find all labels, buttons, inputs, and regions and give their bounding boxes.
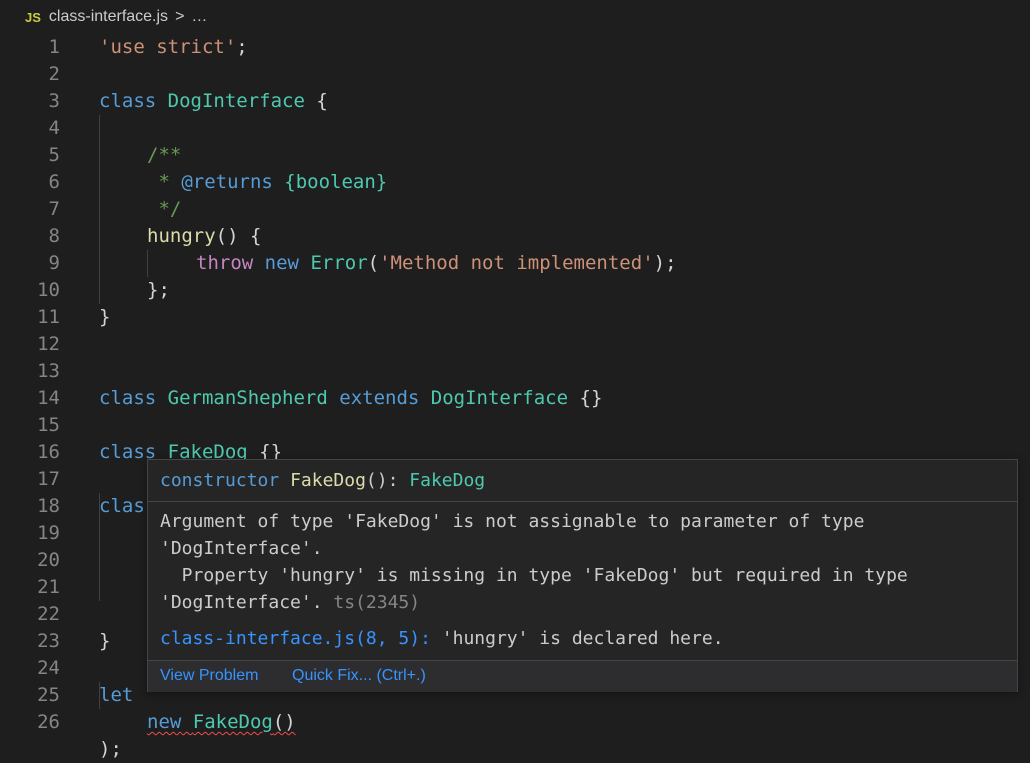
comment: * <box>147 171 182 193</box>
code-line-11[interactable]: } <box>99 304 110 331</box>
keyword: class <box>99 90 157 112</box>
code-line-26[interactable]: ); <box>99 736 122 763</box>
code-line-22[interactable]: } <box>99 628 110 655</box>
class-name: DogInterface <box>167 90 305 112</box>
punctuation: (): <box>365 470 410 491</box>
code-line-17[interactable]: clas <box>99 493 145 520</box>
keyword: new <box>264 252 299 274</box>
type-name: FakeDog <box>409 470 486 491</box>
breadcrumb-more[interactable]: … <box>191 8 207 26</box>
punctuation: ( <box>367 252 380 274</box>
code-line-3[interactable]: class DogInterface { <box>99 88 328 115</box>
code-line-7[interactable]: */ <box>147 196 181 223</box>
error-message-line: 'DogInterface'. <box>160 592 323 613</box>
code-line-1[interactable]: 'use strict'; <box>99 34 248 61</box>
line-number: 12 <box>37 333 60 355</box>
class-name: FakeDog <box>192 711 273 733</box>
error-squiggle[interactable]: new FakeDog() <box>147 711 296 733</box>
code-line-8[interactable]: hungry() { <box>147 223 261 250</box>
punctuation: { <box>316 90 328 112</box>
line-number: 21 <box>37 576 60 598</box>
code-line-9[interactable]: throw new Error('Method not implemented'… <box>196 250 677 277</box>
line-number: 24 <box>37 657 60 679</box>
class-name: Error <box>310 252 368 274</box>
line-number: 2 <box>48 63 60 85</box>
related-text: 'hungry' is declared here. <box>430 628 724 649</box>
hover-widget: constructor FakeDog(): FakeDog Argument … <box>147 459 1018 692</box>
error-message-line: 'DogInterface'. <box>160 538 323 559</box>
punctuation: ); <box>653 252 677 274</box>
class-name: GermanShepherd <box>167 387 328 409</box>
breadcrumb: JS class-interface.js > … <box>0 0 1030 34</box>
related-location-link[interactable]: class-interface.js(8, 5): <box>160 628 431 649</box>
line-number: 15 <box>37 414 60 436</box>
line-number: 17 <box>37 468 60 490</box>
comment: */ <box>147 198 182 220</box>
keyword: throw <box>196 252 254 274</box>
error-code: ts(2345) <box>322 592 421 613</box>
view-problem-link[interactable]: View Problem <box>160 667 258 685</box>
keyword: constructor <box>160 470 280 491</box>
code-line-10[interactable]: }; <box>147 277 170 304</box>
code-line-25[interactable]: new FakeDog() <box>147 709 296 736</box>
line-number: 4 <box>48 117 60 139</box>
divider <box>148 501 1017 502</box>
error-message: Argument of type 'FakeDog' is not assign… <box>160 508 908 616</box>
punctuation: ; <box>236 36 248 58</box>
error-message-line: Property 'hungry' is missing in type 'Fa… <box>160 565 908 586</box>
keyword: class <box>99 387 157 409</box>
jsdoc-tag: @returns <box>181 171 273 193</box>
code-line-6[interactable]: * @returns {boolean} <box>147 169 387 196</box>
keyword: new <box>147 711 182 733</box>
chevron-right-icon: > <box>175 8 185 25</box>
code-line-24[interactable]: let <box>99 682 133 709</box>
line-number: 13 <box>37 360 60 382</box>
code-line-13[interactable]: class GermanShepherd extends DogInterfac… <box>99 385 602 412</box>
jsdoc-type: {boolean} <box>284 171 388 193</box>
error-message-line: Argument of type 'FakeDog' is not assign… <box>160 511 865 532</box>
line-number: 22 <box>37 603 60 625</box>
breadcrumb-file[interactable]: class-interface.js <box>49 8 168 26</box>
comment: /** <box>147 144 182 166</box>
punctuation: {} <box>579 387 603 409</box>
line-number: 20 <box>37 549 60 571</box>
function-name: FakeDog <box>290 470 366 491</box>
method-name: hungry <box>147 225 216 247</box>
hover-action-bar: View Problem Quick Fix... (Ctrl+.) <box>148 660 1017 692</box>
hover-signature: constructor FakeDog(): FakeDog <box>160 470 485 492</box>
line-number: 19 <box>37 522 60 544</box>
keyword: clas <box>99 495 145 517</box>
keyword: let <box>99 684 134 706</box>
quick-fix-link[interactable]: Quick Fix... (Ctrl+.) <box>292 667 426 685</box>
class-name: DogInterface <box>430 387 569 409</box>
keyword: extends <box>339 387 420 409</box>
string-literal: 'Method not implemented' <box>379 252 654 274</box>
js-file-icon: JS <box>25 9 41 25</box>
string-literal: 'use strict' <box>99 36 237 58</box>
punctuation: () { <box>215 225 262 247</box>
code-line-5[interactable]: /** <box>147 142 181 169</box>
related-information: class-interface.js(8, 5): 'hungry' is de… <box>160 628 724 650</box>
punctuation: () <box>272 711 296 733</box>
